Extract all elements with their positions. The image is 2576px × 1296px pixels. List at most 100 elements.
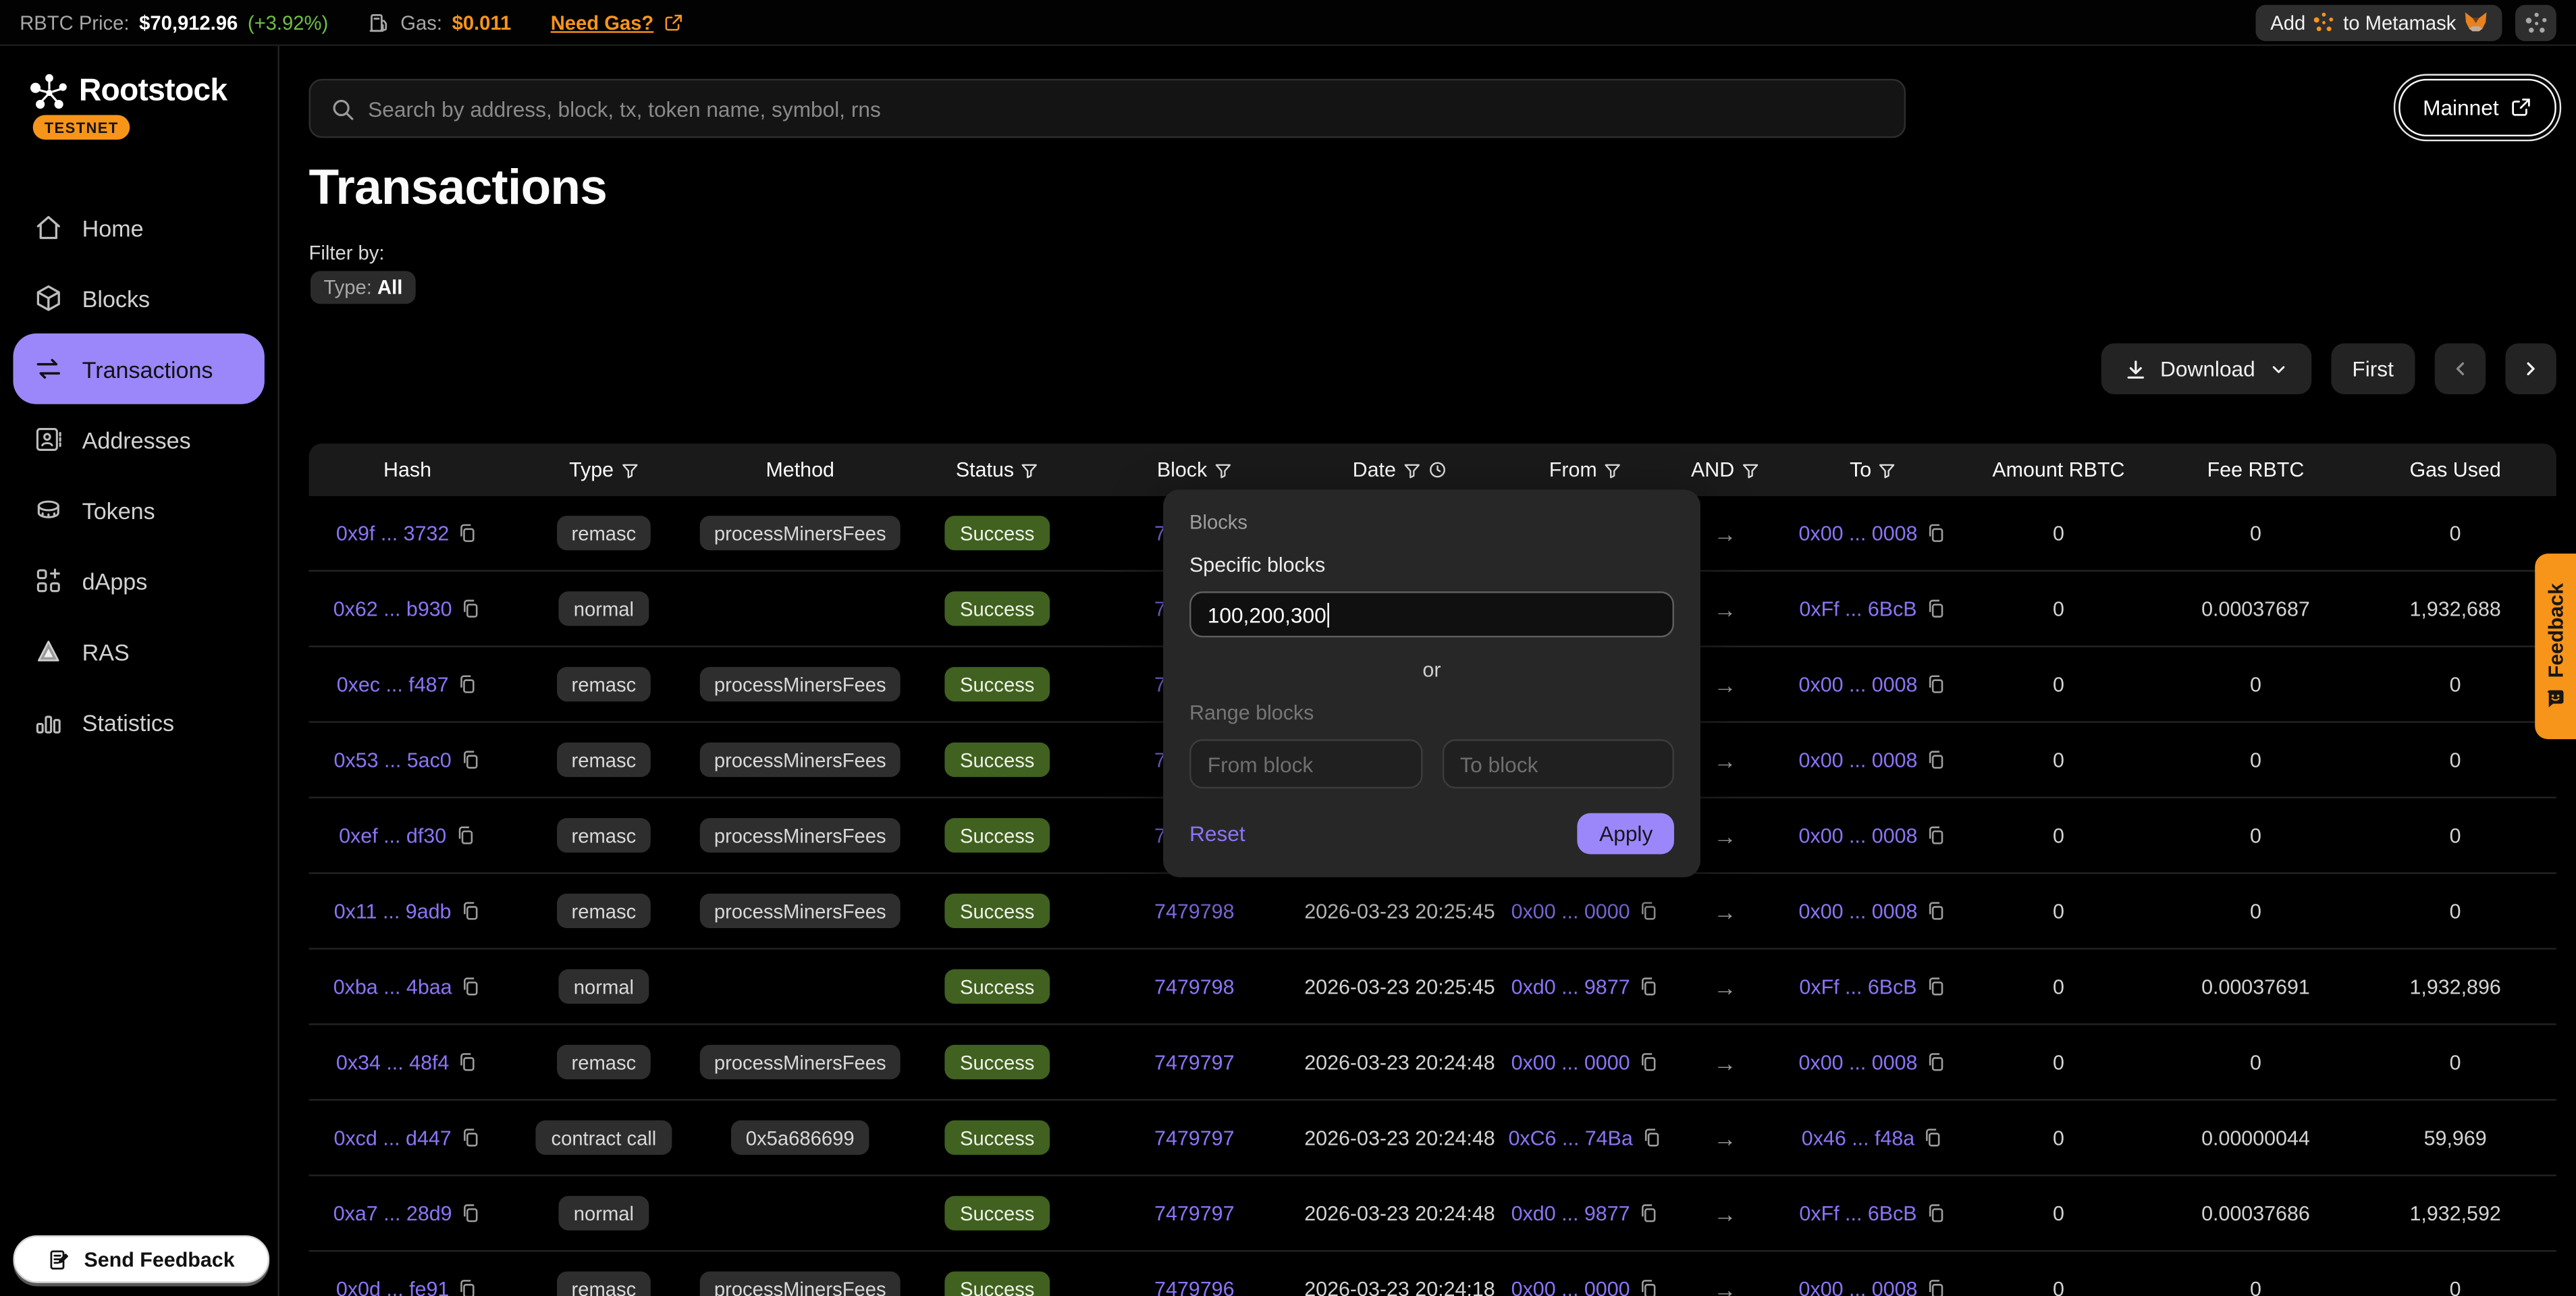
from-block-input[interactable]: [1189, 739, 1422, 788]
to-address-link[interactable]: 0x00 ... 0008: [1799, 899, 1918, 922]
fee-value: 0: [2250, 522, 2261, 545]
copy-icon[interactable]: [1925, 598, 1947, 620]
copy-icon[interactable]: [460, 749, 481, 771]
sidebar-item-blocks[interactable]: Blocks: [13, 263, 264, 333]
feedback-tab-label: Feedback: [2544, 583, 2567, 678]
status-filter-icon[interactable]: [1021, 461, 1039, 479]
from-address-link[interactable]: 0xd0 ... 9877: [1511, 1202, 1630, 1224]
copy-icon[interactable]: [1926, 522, 1948, 544]
copy-icon[interactable]: [1925, 1202, 1947, 1224]
sidebar-item-dapps[interactable]: dApps: [13, 545, 264, 616]
feedback-tab[interactable]: Feedback: [2535, 554, 2576, 739]
tx-hash-link[interactable]: 0x9f ... 3732: [336, 522, 449, 545]
copy-icon[interactable]: [1925, 976, 1947, 998]
sidebar-item-home[interactable]: Home: [13, 192, 264, 263]
next-page-button[interactable]: [2505, 344, 2556, 394]
rootstock-token-button[interactable]: [2515, 4, 2556, 40]
copy-icon[interactable]: [1926, 749, 1948, 771]
copy-icon[interactable]: [460, 1202, 482, 1224]
copy-icon[interactable]: [1926, 900, 1948, 922]
copy-icon[interactable]: [1926, 1052, 1948, 1073]
apply-button[interactable]: Apply: [1578, 813, 1673, 855]
from-address-link[interactable]: 0xd0 ... 9877: [1511, 975, 1630, 998]
block-filter-icon[interactable]: [1214, 461, 1232, 479]
copy-icon[interactable]: [454, 825, 476, 846]
copy-icon[interactable]: [1638, 1052, 1660, 1073]
to-address-link[interactable]: 0x00 ... 0008: [1799, 824, 1918, 847]
download-button[interactable]: Download: [2101, 344, 2311, 394]
tx-hash-link[interactable]: 0xec ... f487: [337, 673, 449, 696]
from-address-link[interactable]: 0x00 ... 0000: [1511, 899, 1630, 922]
copy-icon[interactable]: [460, 976, 482, 998]
copy-icon[interactable]: [458, 1052, 479, 1073]
copy-icon[interactable]: [460, 598, 482, 620]
send-feedback-button[interactable]: Send Feedback: [13, 1235, 269, 1283]
to-filter-icon[interactable]: [1878, 461, 1896, 479]
to-address-link[interactable]: 0xFf ... 6BcB: [1799, 975, 1916, 998]
block-link[interactable]: 7479796: [1154, 1277, 1234, 1296]
tx-hash-link[interactable]: 0xef ... df30: [339, 824, 446, 847]
tx-hash-link[interactable]: 0x62 ... b930: [333, 597, 452, 620]
search-input[interactable]: [368, 96, 1884, 121]
clock-icon[interactable]: [1427, 460, 1447, 479]
to-address-link[interactable]: 0x00 ... 0008: [1799, 522, 1918, 545]
sidebar-item-statistics[interactable]: Statistics: [13, 686, 264, 757]
and-filter-icon[interactable]: [1741, 461, 1759, 479]
copy-icon[interactable]: [458, 522, 479, 544]
to-address-link[interactable]: 0xFf ... 6BcB: [1799, 597, 1916, 620]
block-link[interactable]: 7479798: [1154, 975, 1234, 998]
sidebar-item-addresses[interactable]: Addresses: [13, 404, 264, 475]
copy-icon[interactable]: [458, 1278, 479, 1296]
sidebar-item-transactions[interactable]: Transactions: [13, 333, 264, 404]
sidebar-item-tokens[interactable]: Tokens: [13, 475, 264, 545]
block-link[interactable]: 7479798: [1154, 899, 1234, 922]
tx-hash-link[interactable]: 0x34 ... 48f4: [336, 1050, 449, 1073]
type-filter-icon[interactable]: [620, 461, 639, 479]
from-filter-icon[interactable]: [1603, 461, 1621, 479]
copy-icon[interactable]: [1638, 976, 1660, 998]
copy-icon[interactable]: [1923, 1127, 1944, 1149]
to-address-link[interactable]: 0x00 ... 0008: [1799, 1050, 1918, 1073]
specific-blocks-input[interactable]: 100,200,300: [1189, 591, 1674, 637]
tx-date: 2026-03-23 20:25:45: [1304, 899, 1495, 922]
to-address-link[interactable]: 0x46 ... f48a: [1802, 1126, 1914, 1149]
date-filter-icon[interactable]: [1403, 461, 1421, 479]
block-link[interactable]: 7479797: [1154, 1202, 1234, 1224]
network-switch-button[interactable]: Mainnet: [2398, 79, 2556, 136]
copy-icon[interactable]: [1638, 1202, 1660, 1224]
brand[interactable]: Rootstock: [30, 72, 227, 111]
type-filter-chip[interactable]: Type: All: [311, 271, 416, 304]
tx-hash-link[interactable]: 0xa7 ... 28d9: [333, 1202, 452, 1224]
add-to-metamask-button[interactable]: Add to Metamask: [2255, 4, 2502, 40]
to-address-link[interactable]: 0xFf ... 6BcB: [1799, 1202, 1916, 1224]
copy-icon[interactable]: [1926, 674, 1948, 695]
from-address-link[interactable]: 0x00 ... 0000: [1511, 1050, 1630, 1073]
reset-button[interactable]: Reset: [1189, 821, 1245, 846]
block-link[interactable]: 7479797: [1154, 1050, 1234, 1073]
tx-hash-link[interactable]: 0xba ... 4baa: [333, 975, 452, 998]
tx-hash-link[interactable]: 0x0d ... fe91: [336, 1277, 449, 1296]
copy-icon[interactable]: [1926, 1278, 1948, 1296]
to-address-link[interactable]: 0x00 ... 0008: [1799, 673, 1918, 696]
previous-page-button[interactable]: [2435, 344, 2486, 394]
copy-icon[interactable]: [1926, 825, 1948, 846]
from-address-link[interactable]: 0xC6 ... 74Ba: [1508, 1126, 1632, 1149]
block-link[interactable]: 7479797: [1154, 1126, 1234, 1149]
to-address-link[interactable]: 0x00 ... 0008: [1799, 1277, 1918, 1296]
copy-icon[interactable]: [1641, 1127, 1663, 1149]
from-address-link[interactable]: 0x00 ... 0000: [1511, 1277, 1630, 1296]
to-block-input[interactable]: [1442, 739, 1674, 788]
to-address-link[interactable]: 0x00 ... 0008: [1799, 749, 1918, 772]
tx-hash-link[interactable]: 0x53 ... 5ac0: [334, 749, 452, 772]
need-gas-link[interactable]: Need Gas?: [551, 11, 654, 34]
tx-hash-link[interactable]: 0xcd ... d447: [334, 1126, 452, 1149]
sidebar-item-ras[interactable]: RAS: [13, 616, 264, 687]
sidebar-item-label: Tokens: [82, 497, 155, 523]
copy-icon[interactable]: [457, 674, 479, 695]
copy-icon[interactable]: [460, 1127, 481, 1149]
copy-icon[interactable]: [1638, 1278, 1660, 1296]
copy-icon[interactable]: [460, 900, 481, 922]
copy-icon[interactable]: [1638, 900, 1660, 922]
tx-hash-link[interactable]: 0x11 ... 9adb: [334, 899, 452, 922]
first-page-button[interactable]: First: [2331, 344, 2415, 394]
